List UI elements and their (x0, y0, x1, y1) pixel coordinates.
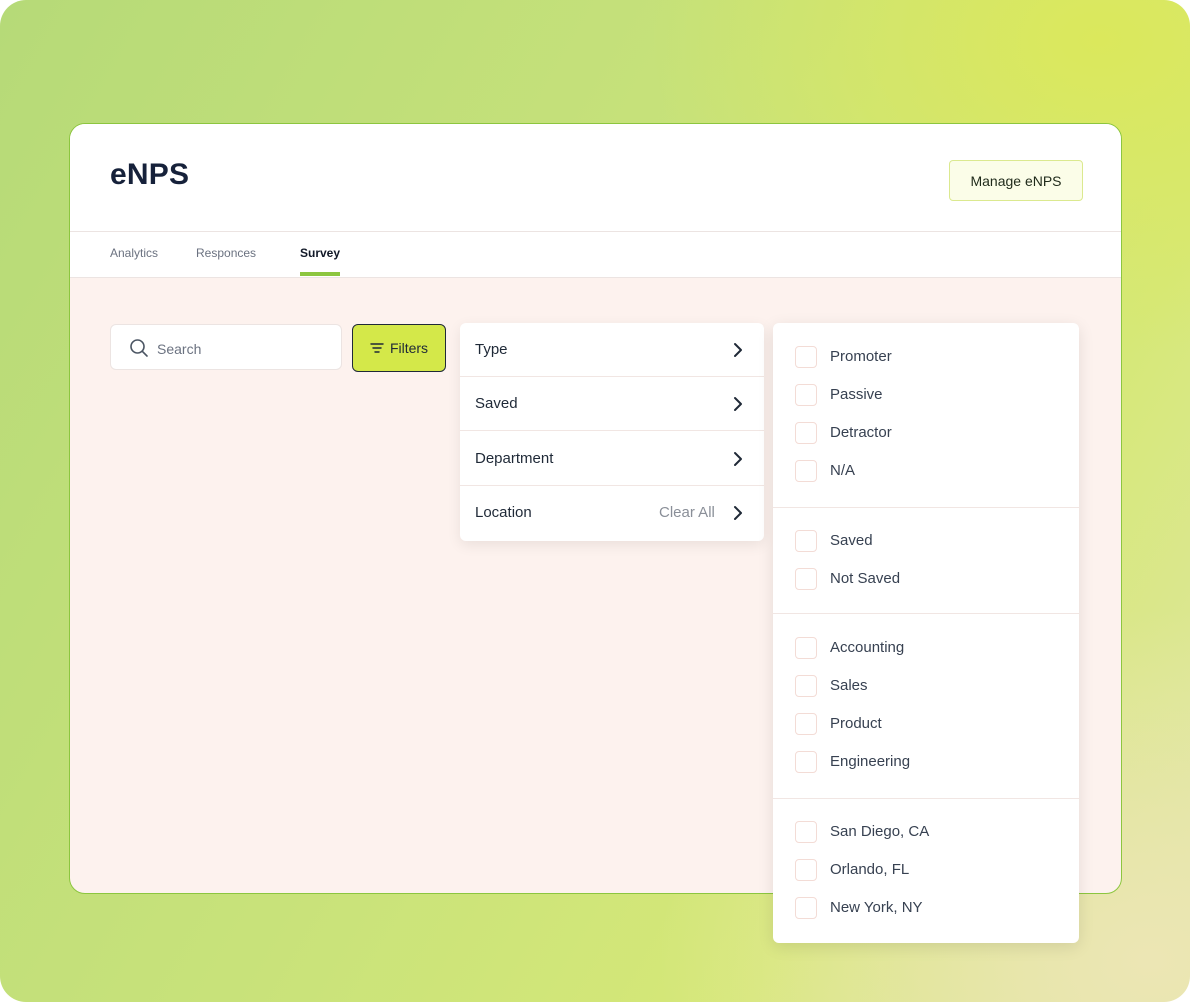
option-label: Promoter (830, 348, 892, 365)
checkbox[interactable] (795, 637, 817, 659)
checkbox[interactable] (795, 897, 817, 919)
option-label: Engineering (830, 753, 911, 770)
checkbox[interactable] (795, 422, 817, 444)
option-label: San Diego, CA (830, 823, 930, 840)
manage-enps-button[interactable]: Manage eNPS (949, 160, 1083, 201)
tab-survey[interactable]: Survey (300, 246, 340, 260)
option-label: Product (830, 715, 882, 732)
option-label: Detractor (830, 424, 892, 441)
option-group-department: Accounting Sales Product Engineering (773, 614, 1079, 799)
checkbox[interactable] (795, 568, 817, 590)
option-label: N/A (830, 462, 856, 479)
chevron-right-icon (734, 343, 742, 357)
clear-all-link[interactable]: Clear All (659, 504, 715, 521)
filters-button[interactable]: Filters (352, 324, 446, 372)
search-icon (130, 339, 148, 357)
filter-category-saved[interactable]: Saved (460, 377, 764, 431)
active-tab-indicator (300, 272, 340, 276)
option-label: Accounting (830, 639, 905, 656)
filter-lines-icon (370, 343, 384, 353)
search-box[interactable] (110, 324, 342, 370)
filter-category-menu: Type Saved Department Location Clear All (460, 323, 764, 541)
option-label: Orlando, FL (830, 861, 910, 878)
option-label: Not Saved (830, 570, 901, 587)
filter-category-location[interactable]: Location Clear All (460, 486, 764, 540)
option-label: New York, NY (830, 899, 923, 916)
card-header: eNPS Manage eNPS (70, 124, 1121, 232)
background: eNPS Manage eNPS Analytics Responces Sur… (0, 0, 1190, 1002)
option-label: Passive (830, 386, 883, 403)
filter-options-panel: Promoter Passive Detractor N/A Saved Not… (773, 323, 1079, 943)
menu-item-label: Location (475, 504, 532, 521)
filter-category-type[interactable]: Type (460, 323, 764, 377)
checkbox[interactable] (795, 384, 817, 406)
chevron-right-icon (734, 452, 742, 466)
page-title: eNPS (110, 158, 190, 191)
filters-label: Filters (389, 340, 429, 356)
menu-item-label: Type (475, 341, 508, 358)
tab-bar: Analytics Responces Survey (70, 232, 1121, 278)
checkbox[interactable] (795, 859, 817, 881)
chevron-right-icon (734, 506, 742, 520)
option-group-location: San Diego, CA Orlando, FL New York, NY (773, 799, 1079, 943)
checkbox[interactable] (795, 713, 817, 735)
option-group-saved: Saved Not Saved (773, 508, 1079, 614)
chevron-right-icon (734, 397, 742, 411)
checkbox[interactable] (795, 346, 817, 368)
option-group-type: Promoter Passive Detractor N/A (773, 323, 1079, 508)
option-label: Saved (830, 532, 873, 549)
checkbox[interactable] (795, 751, 817, 773)
tab-analytics[interactable]: Analytics (110, 246, 158, 260)
checkbox[interactable] (795, 821, 817, 843)
search-input[interactable] (155, 337, 329, 361)
filter-category-department[interactable]: Department (460, 432, 764, 486)
tab-responces[interactable]: Responces (196, 246, 256, 260)
checkbox[interactable] (795, 675, 817, 697)
menu-item-label: Department (475, 450, 554, 467)
checkbox[interactable] (795, 460, 817, 482)
menu-item-label: Saved (475, 395, 518, 412)
option-label: Sales (830, 677, 868, 694)
checkbox[interactable] (795, 530, 817, 552)
